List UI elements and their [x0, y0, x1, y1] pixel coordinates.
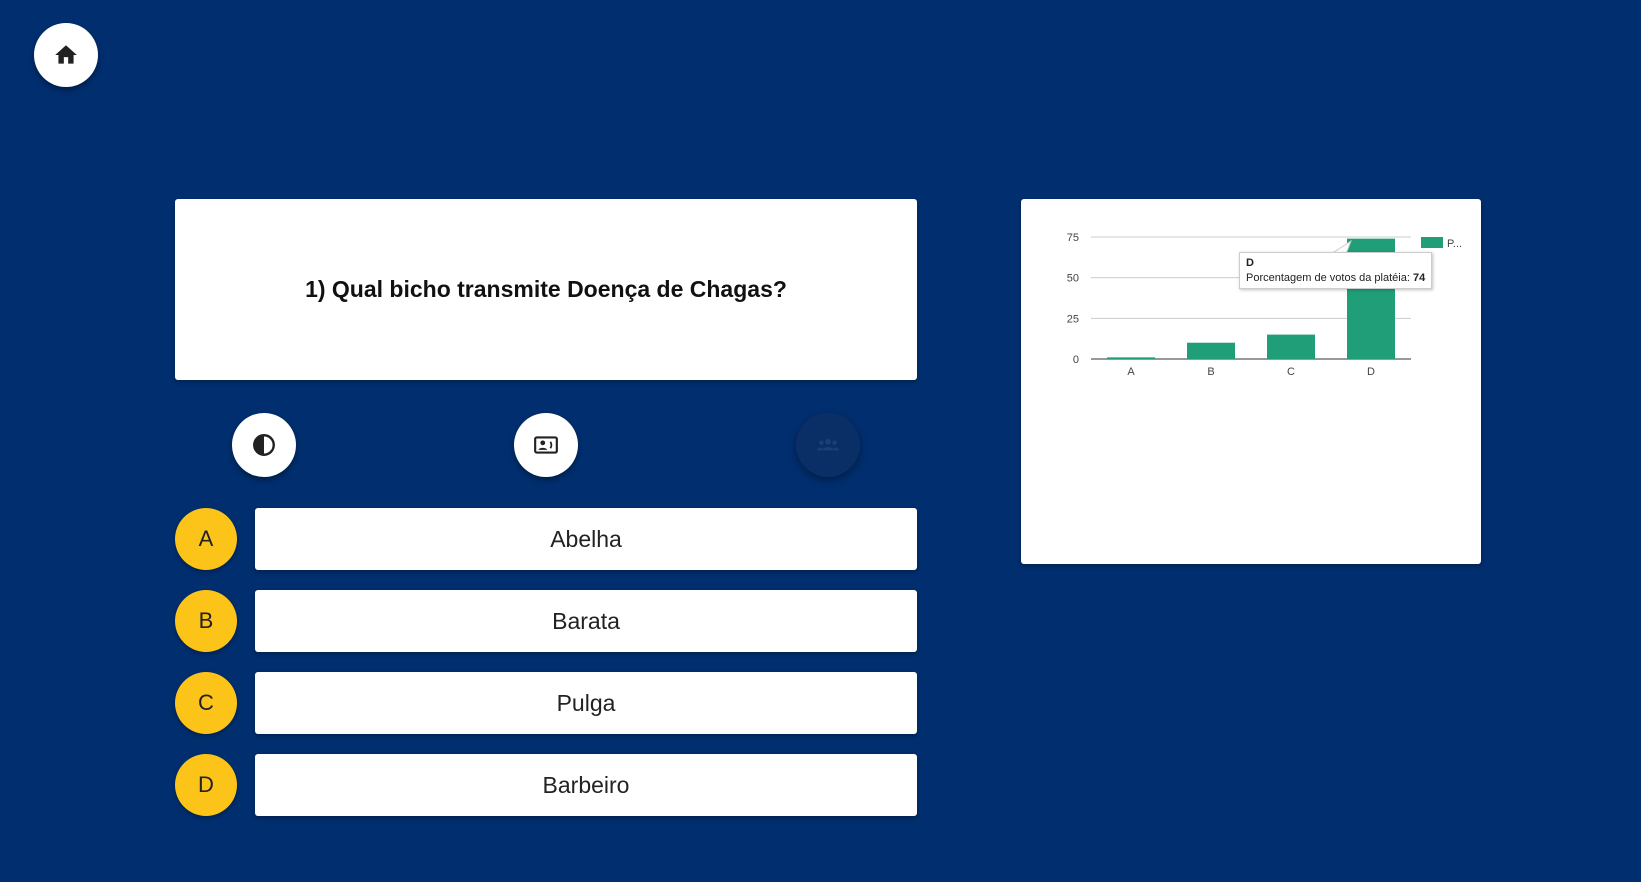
tooltip-title: D	[1246, 257, 1254, 269]
option-button-b[interactable]: Barata	[255, 590, 917, 652]
lifeline-half-button[interactable]	[232, 413, 296, 477]
y-tick-label: 0	[1073, 354, 1079, 366]
x-tick-label: D	[1367, 366, 1375, 378]
y-tick-label: 75	[1067, 232, 1079, 244]
group-icon	[817, 438, 839, 451]
legend-label: P...	[1447, 238, 1462, 250]
tooltip-label: Porcentagem de votos da platéia:	[1246, 272, 1410, 284]
option-row-b: B Barata	[175, 590, 917, 652]
question-card: 1) Qual bicho transmite Doença de Chagas…	[175, 199, 917, 380]
option-button-c[interactable]: Pulga	[255, 672, 917, 734]
lifeline-audience-button	[796, 413, 860, 477]
option-button-a[interactable]: Abelha	[255, 508, 917, 570]
option-letter-a: A	[175, 508, 237, 570]
home-button[interactable]	[34, 23, 98, 87]
contact-card-icon	[534, 436, 558, 454]
y-tick-label: 50	[1067, 273, 1079, 285]
x-tick-label: B	[1207, 366, 1214, 378]
home-icon	[55, 45, 77, 64]
bar-c	[1267, 334, 1315, 359]
option-row-c: C Pulga	[175, 672, 917, 734]
question-text: 1) Qual bicho transmite Doença de Chagas…	[305, 276, 787, 302]
option-letter-b: B	[175, 590, 237, 652]
lifeline-cards-button[interactable]	[514, 413, 578, 477]
bar-a	[1107, 357, 1155, 359]
legend-swatch	[1421, 237, 1443, 248]
y-tick-label: 25	[1067, 313, 1079, 325]
x-tick-label: A	[1127, 366, 1135, 378]
audience-chart-card: 0 25 50 75 A B C D P... D Porcentagem de votos d…	[1021, 199, 1481, 564]
option-letter-d: D	[175, 754, 237, 816]
contrast-icon	[253, 434, 275, 456]
option-row-a: A Abelha	[175, 508, 917, 570]
chart-tooltip: D Porcentagem de votos da platéia: 74	[1239, 252, 1433, 289]
option-letter-c: C	[175, 672, 237, 734]
tooltip-value: 74	[1412, 272, 1426, 284]
option-button-d[interactable]: Barbeiro	[255, 754, 917, 816]
bar-b	[1187, 342, 1235, 359]
tooltip-body: Porcentagem de votos da platéia: 74	[1246, 272, 1425, 284]
x-tick-label: C	[1287, 366, 1295, 378]
option-row-d: D Barbeiro	[175, 754, 917, 816]
